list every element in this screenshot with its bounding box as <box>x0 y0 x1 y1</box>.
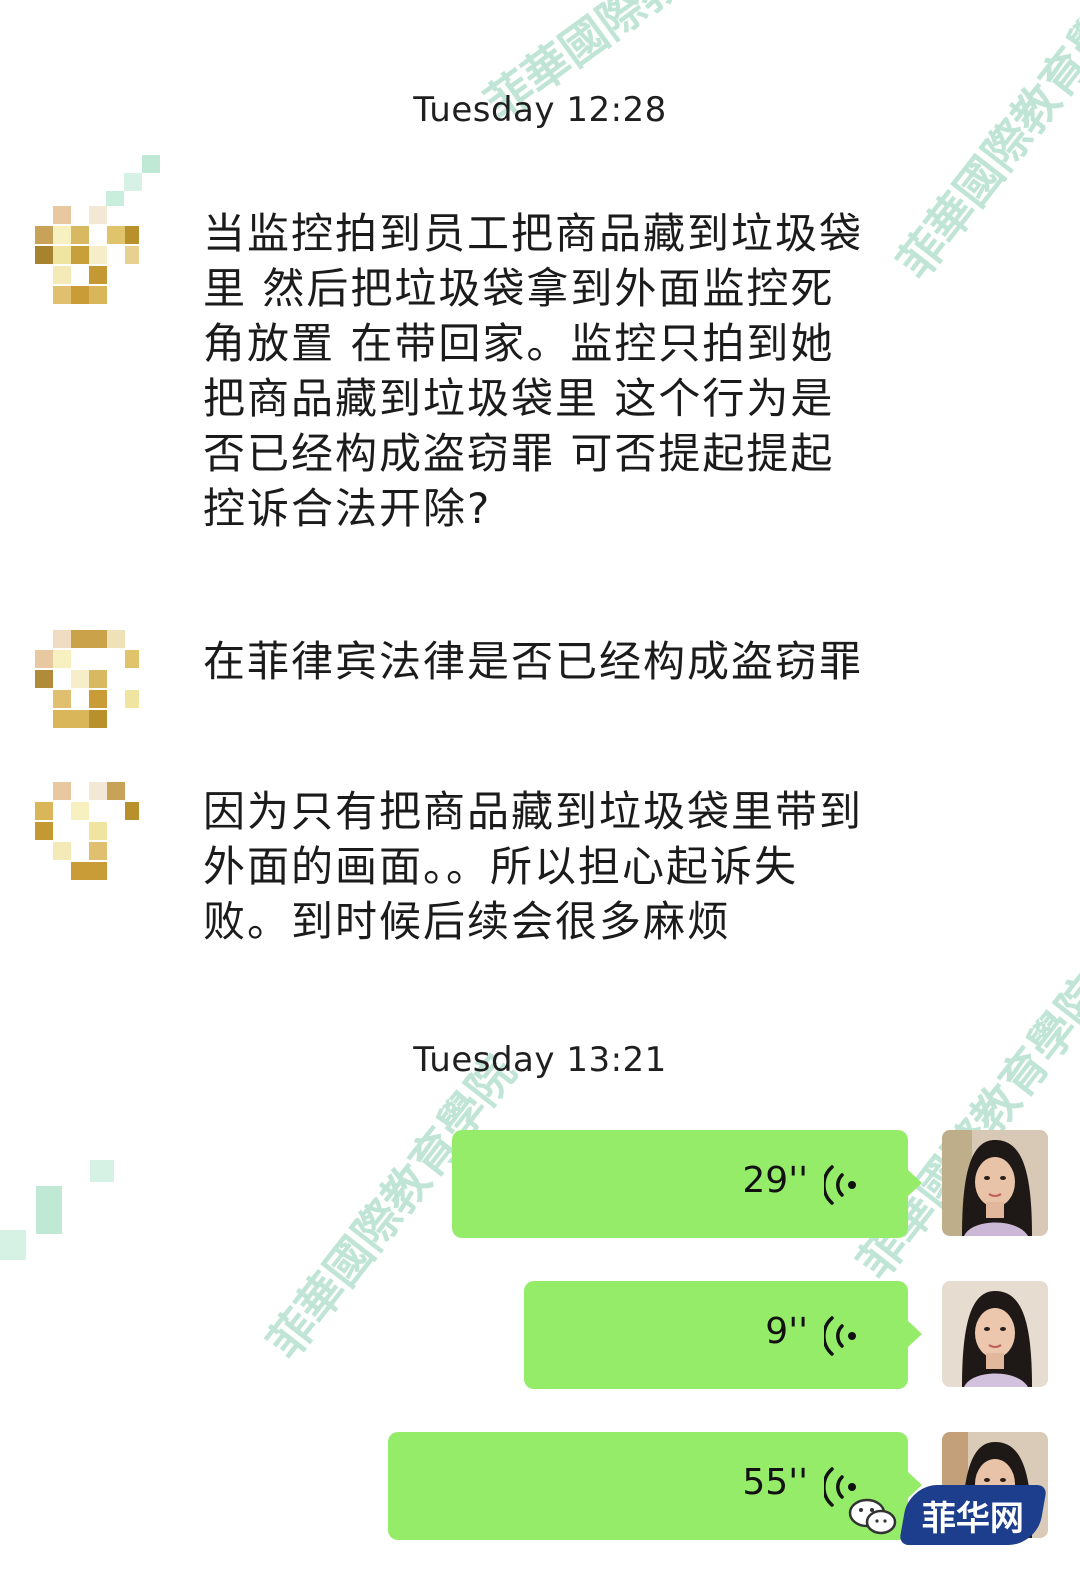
voice-wave-icon <box>824 1316 856 1356</box>
pixel-decoration <box>0 1160 114 1260</box>
voice-bubble[interactable]: 9'' <box>524 1281 922 1389</box>
message-text: 在菲律宾法律是否已经构成盗窃罪 <box>203 637 864 686</box>
avatar[interactable] <box>942 1281 1048 1387</box>
message-text: 当监控拍到员工把商品藏到垃圾袋 里 然后把垃圾袋拿到外面监控死 角放置 在带回家… <box>203 209 864 533</box>
wechat-icon <box>848 1498 897 1535</box>
outgoing-voice-message: 29'' <box>452 1130 1048 1238</box>
voice-duration: 9'' <box>765 1311 808 1352</box>
site-logo-text: 菲华网 <box>922 1498 1024 1539</box>
incoming-message: 当监控拍到员工把商品藏到垃圾袋 里 然后把垃圾袋拿到外面监控死 角放置 在带回家… <box>35 206 935 546</box>
avatar[interactable] <box>942 1130 1048 1236</box>
avatar[interactable] <box>35 782 139 886</box>
incoming-message: 在菲律宾法律是否已经构成盗窃罪 <box>35 630 935 740</box>
voice-duration: 29'' <box>742 1160 808 1201</box>
site-logo: 菲华网 <box>898 1485 1048 1545</box>
message-text: 因为只有把商品藏到垃圾袋里带到 外面的画面。。所以担心起诉失 败。到时候后续会很… <box>203 787 864 946</box>
timestamp: Tuesday 13:21 <box>413 1040 667 1080</box>
timestamp: Tuesday 12:28 <box>413 90 667 130</box>
voice-bubble[interactable]: 55'' <box>388 1432 922 1540</box>
voice-wave-icon <box>824 1165 856 1205</box>
voice-bubble[interactable]: 29'' <box>452 1130 922 1238</box>
avatar[interactable] <box>35 630 139 734</box>
voice-duration: 55'' <box>742 1462 808 1503</box>
avatar[interactable] <box>35 206 139 310</box>
incoming-message: 因为只有把商品藏到垃圾袋里带到 外面的画面。。所以担心起诉失 败。到时候后续会很… <box>35 782 935 952</box>
watermark-text: 菲華國際教育學院 <box>847 965 1080 1289</box>
outgoing-voice-message: 9'' <box>524 1281 1048 1389</box>
